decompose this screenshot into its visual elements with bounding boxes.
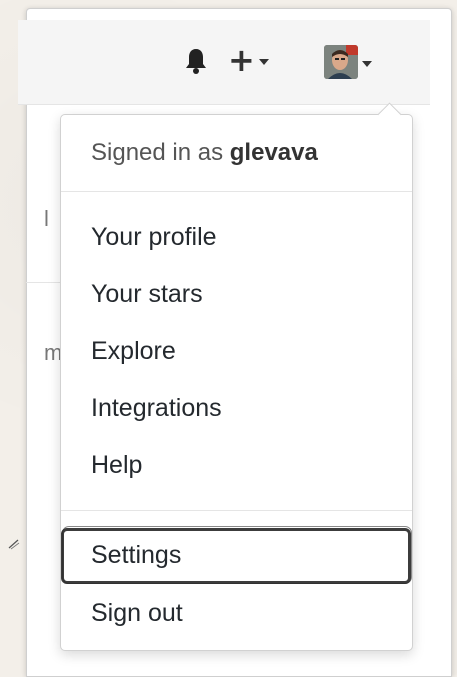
avatar <box>324 45 358 79</box>
notifications-button[interactable] <box>181 46 211 76</box>
chevron-down-icon <box>258 59 269 65</box>
menu-item-your-profile[interactable]: Your profile <box>91 223 217 252</box>
plus-icon: + <box>228 41 255 79</box>
pen-stroke-mark <box>8 539 20 550</box>
menu-item-explore[interactable]: Explore <box>91 337 176 366</box>
site-header: + <box>18 20 430 105</box>
create-new-menu-button[interactable]: + <box>228 42 288 78</box>
signed-in-label: Signed in as <box>91 139 224 166</box>
user-dropdown-menu: Signed in as glevava Your profile Your s… <box>60 102 413 651</box>
signed-in-header: Signed in as glevava <box>91 139 318 167</box>
menu-divider <box>61 191 412 192</box>
menu-item-sign-out[interactable]: Sign out <box>91 599 183 628</box>
menu-item-integrations[interactable]: Integrations <box>91 394 222 423</box>
username: glevava <box>229 139 318 166</box>
settings-highlight-annotation <box>61 526 412 584</box>
menu-item-help[interactable]: Help <box>91 451 142 480</box>
bell-icon <box>186 49 206 74</box>
user-menu-button[interactable] <box>324 44 394 80</box>
menu-item-your-stars[interactable]: Your stars <box>91 280 203 309</box>
background-text-fragment: l <box>44 206 49 231</box>
chevron-down-icon <box>362 61 372 67</box>
menu-divider <box>61 510 412 511</box>
